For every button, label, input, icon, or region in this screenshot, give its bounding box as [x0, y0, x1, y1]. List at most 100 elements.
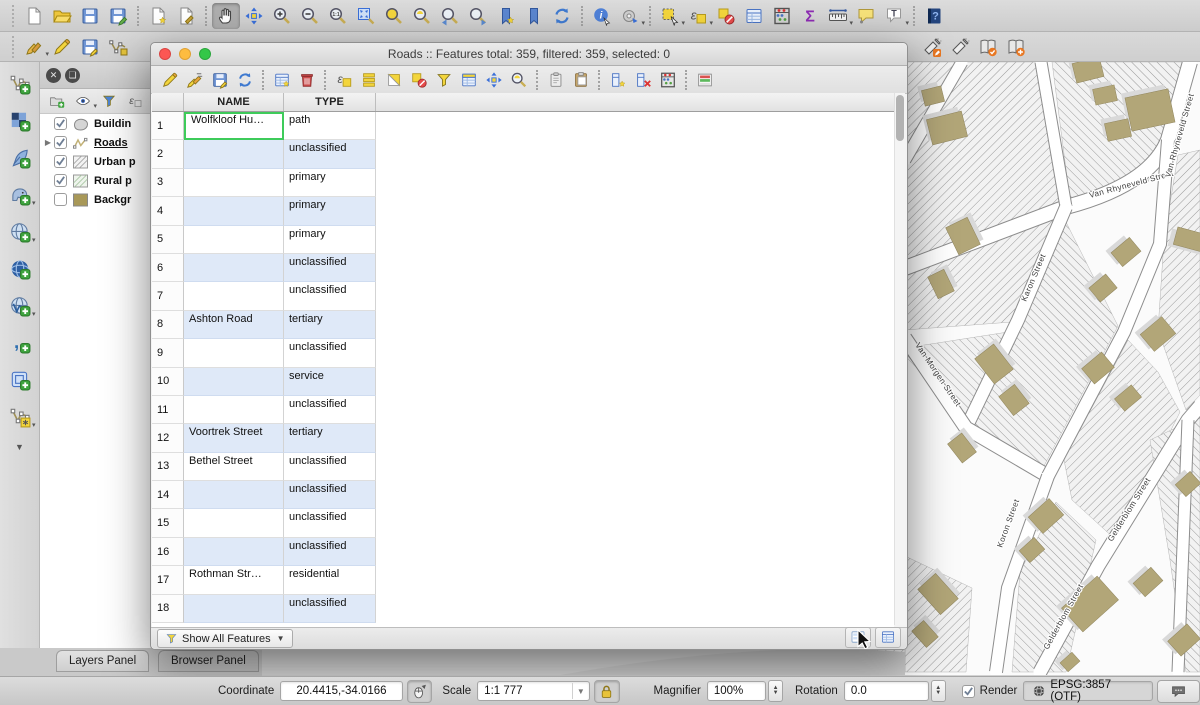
cell-name[interactable]	[184, 509, 284, 537]
identify-features-button[interactable]: i	[588, 3, 616, 29]
pan-to-selection-button[interactable]	[240, 3, 268, 29]
add-spatialite-layer-button[interactable]: ▾	[5, 218, 35, 246]
layer-label[interactable]: Roads	[94, 137, 128, 149]
move-selection-top-button[interactable]	[456, 68, 481, 91]
manage-layer-visibility-button[interactable]: ▾	[70, 90, 96, 112]
row-number[interactable]: 6	[152, 254, 184, 282]
magnifier-stepper[interactable]: ▲▼	[768, 680, 783, 702]
row-number[interactable]: 13	[152, 453, 184, 481]
select-by-expression-button[interactable]: ε▾	[684, 3, 712, 29]
rotation-input[interactable]: 0.0	[844, 681, 929, 701]
show-bookmarks-button[interactable]	[520, 3, 548, 29]
add-feature-button[interactable]	[269, 68, 294, 91]
expand-arrow-icon[interactable]: ▶	[42, 138, 54, 147]
cell-type[interactable]: unclassified	[284, 481, 376, 509]
magnifier-input[interactable]: 100%	[707, 681, 766, 701]
column-header-name[interactable]: NAME	[184, 93, 284, 111]
row-number[interactable]: 15	[152, 509, 184, 537]
layer-item-backgr[interactable]: Backgr	[40, 190, 164, 209]
composer-manager-button[interactable]	[172, 3, 200, 29]
add-raster-layer-button[interactable]	[5, 107, 35, 135]
cell-type[interactable]: unclassified	[284, 140, 376, 168]
deselect-all-button[interactable]	[406, 68, 431, 91]
cell-name[interactable]	[184, 282, 284, 310]
cell-name[interactable]	[184, 226, 284, 254]
current-edits-button[interactable]: ▾	[20, 34, 48, 60]
add-vector-layer-button[interactable]	[5, 70, 35, 98]
text-annotation-button[interactable]: T▾	[880, 3, 908, 29]
row-number[interactable]: 8	[152, 311, 184, 339]
zoom-in-button[interactable]	[268, 3, 296, 29]
deselect-all-button[interactable]	[712, 3, 740, 29]
cell-name[interactable]	[184, 254, 284, 282]
copy-rows-button[interactable]	[543, 68, 568, 91]
toggle-editing-button[interactable]	[48, 34, 76, 60]
row-number[interactable]: 2	[152, 140, 184, 168]
row-number[interactable]: 3	[152, 169, 184, 197]
layer-visibility-checkbox[interactable]	[54, 174, 67, 187]
cell-name[interactable]	[184, 481, 284, 509]
select-by-expression-button[interactable]: ε	[331, 68, 356, 91]
row-number[interactable]: 1	[152, 112, 184, 140]
new-project-button[interactable]	[20, 3, 48, 29]
filter-legend-button[interactable]	[96, 90, 122, 112]
feature-filter-button[interactable]: Show All Features ▼	[157, 629, 293, 648]
filter-features-button[interactable]	[431, 68, 456, 91]
render-checkbox[interactable]	[962, 685, 975, 698]
cell-type[interactable]: unclassified	[284, 453, 376, 481]
toggle-editing-button[interactable]	[157, 68, 182, 91]
add-oracle-layer-button[interactable]: ,	[5, 329, 35, 357]
layer-item-rural-p[interactable]: Rural p	[40, 171, 164, 190]
cell-type[interactable]: tertiary	[284, 311, 376, 339]
cell-type[interactable]: tertiary	[284, 424, 376, 452]
open-attribute-table-button[interactable]	[740, 3, 768, 29]
node-tool-button[interactable]	[104, 34, 132, 60]
add-postgis-layer-button[interactable]: ▾	[5, 181, 35, 209]
layer-item-buildin[interactable]: Buildin	[40, 114, 164, 133]
add-wfs-layer-button[interactable]: ▾	[5, 292, 35, 320]
scale-combo[interactable]: 1:1 777 ▼	[477, 681, 590, 701]
row-number[interactable]: 17	[152, 566, 184, 594]
cell-name[interactable]	[184, 140, 284, 168]
zoom-next-button[interactable]	[464, 3, 492, 29]
cell-name[interactable]: Rothman Str…	[184, 566, 284, 594]
row-number[interactable]: 9	[152, 339, 184, 367]
new-composer-button[interactable]	[144, 3, 172, 29]
tab-layers-panel[interactable]: Layers Panel	[56, 650, 149, 672]
zoom-last-button[interactable]	[436, 3, 464, 29]
row-number[interactable]: 10	[152, 368, 184, 396]
cell-name[interactable]: Ashton Road	[184, 311, 284, 339]
row-number[interactable]: 18	[152, 595, 184, 623]
row-number[interactable]: 16	[152, 538, 184, 566]
map-tips-button[interactable]	[852, 3, 880, 29]
show-statistics-button[interactable]: Σ	[796, 3, 824, 29]
delete-features-button[interactable]	[294, 68, 319, 91]
cell-type[interactable]: unclassified	[284, 282, 376, 310]
add-delimited-text-layer-button[interactable]	[5, 144, 35, 172]
new-bookmark-button[interactable]	[492, 3, 520, 29]
cell-name[interactable]	[184, 538, 284, 566]
layer-item-roads[interactable]: ▶ Roads	[40, 133, 164, 152]
cell-type[interactable]: primary	[284, 169, 376, 197]
cell-type[interactable]: unclassified	[284, 254, 376, 282]
cell-type[interactable]: path	[284, 112, 376, 140]
cell-type[interactable]: unclassified	[284, 595, 376, 623]
cell-type[interactable]: unclassified	[284, 538, 376, 566]
zoom-to-selection-button[interactable]	[408, 3, 436, 29]
panel-close-icon[interactable]: ✕	[46, 68, 61, 83]
cell-type[interactable]: primary	[284, 197, 376, 225]
cell-name[interactable]	[184, 368, 284, 396]
rotation-stepper[interactable]: ▲▼	[931, 680, 946, 702]
scale-lock-button[interactable]	[594, 680, 620, 703]
zoom-full-button[interactable]	[352, 3, 380, 29]
cell-name[interactable]: Wolfkloof Hu…	[184, 112, 284, 140]
layer-item-urban-p[interactable]: Urban p	[40, 152, 164, 171]
window-titlebar[interactable]: Roads :: Features total: 359, filtered: …	[151, 43, 907, 66]
toolbar-handle[interactable]	[12, 5, 14, 27]
save-project-as-button[interactable]	[104, 3, 132, 29]
delete-field-button[interactable]	[630, 68, 655, 91]
column-header-type[interactable]: TYPE	[284, 93, 376, 111]
cell-name[interactable]	[184, 197, 284, 225]
cell-name[interactable]: Bethel Street	[184, 453, 284, 481]
cell-type[interactable]: residential	[284, 566, 376, 594]
